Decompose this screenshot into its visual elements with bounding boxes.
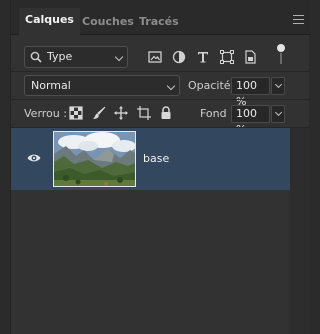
chevron-down-icon [114, 52, 124, 62]
tab-couches[interactable]: Couches [82, 9, 134, 35]
landscape-thumbnail-image [54, 132, 135, 186]
fill-input[interactable]: 100 % [231, 105, 270, 136]
shape-filter-icon[interactable] [220, 50, 234, 64]
eye-visibility-icon[interactable] [27, 153, 41, 163]
tab-traces[interactable]: Tracés [139, 9, 179, 35]
adjustment-filter-icon[interactable] [172, 50, 186, 64]
blend-mode-select[interactable]: Normal [24, 75, 180, 96]
layers-panel: Calques Couches Tracés Type Normal Opaci… [10, 0, 310, 334]
blend-mode-label: Normal [31, 79, 71, 92]
panel-tab-bar: Calques Couches Tracés [11, 0, 310, 36]
lock-artboard-icon[interactable] [137, 106, 151, 120]
layer-thumbnail [53, 131, 136, 187]
opacity-dropdown[interactable] [271, 77, 285, 95]
lock-row: Verrou : Fond: 100 [11, 100, 310, 136]
lock-all-icon[interactable] [159, 106, 173, 120]
layer-list-scroll-track[interactable] [290, 128, 310, 334]
search-icon [30, 51, 42, 63]
layer-row-base[interactable]: base [11, 128, 290, 190]
chevron-down-icon [274, 80, 283, 89]
layer-name: base [143, 152, 170, 165]
filter-kind-select[interactable]: Type [24, 46, 128, 68]
filter-kind-label: Type [47, 50, 73, 63]
text-filter-icon[interactable] [196, 50, 210, 64]
smart-object-filter-icon[interactable] [243, 50, 257, 64]
chevron-down-icon [166, 81, 176, 91]
opacity-input[interactable]: 100 % [231, 77, 270, 108]
fill-dropdown[interactable] [271, 105, 285, 123]
filter-row: Type [11, 36, 310, 72]
lock-position-icon[interactable] [114, 106, 128, 120]
fill-label: Fond : [200, 107, 234, 120]
lock-transparent-pixels-icon[interactable] [69, 106, 83, 120]
chevron-down-icon [274, 108, 283, 117]
lock-image-pixels-icon[interactable] [92, 106, 106, 120]
filter-toggle-switch[interactable] [277, 44, 285, 66]
panel-menu-icon[interactable] [293, 15, 304, 24]
tab-calques[interactable]: Calques [19, 8, 80, 36]
image-filter-icon[interactable] [148, 50, 162, 64]
blend-row: Normal Opacité : 100 % [11, 72, 310, 108]
lock-label: Verrou : [24, 107, 67, 120]
